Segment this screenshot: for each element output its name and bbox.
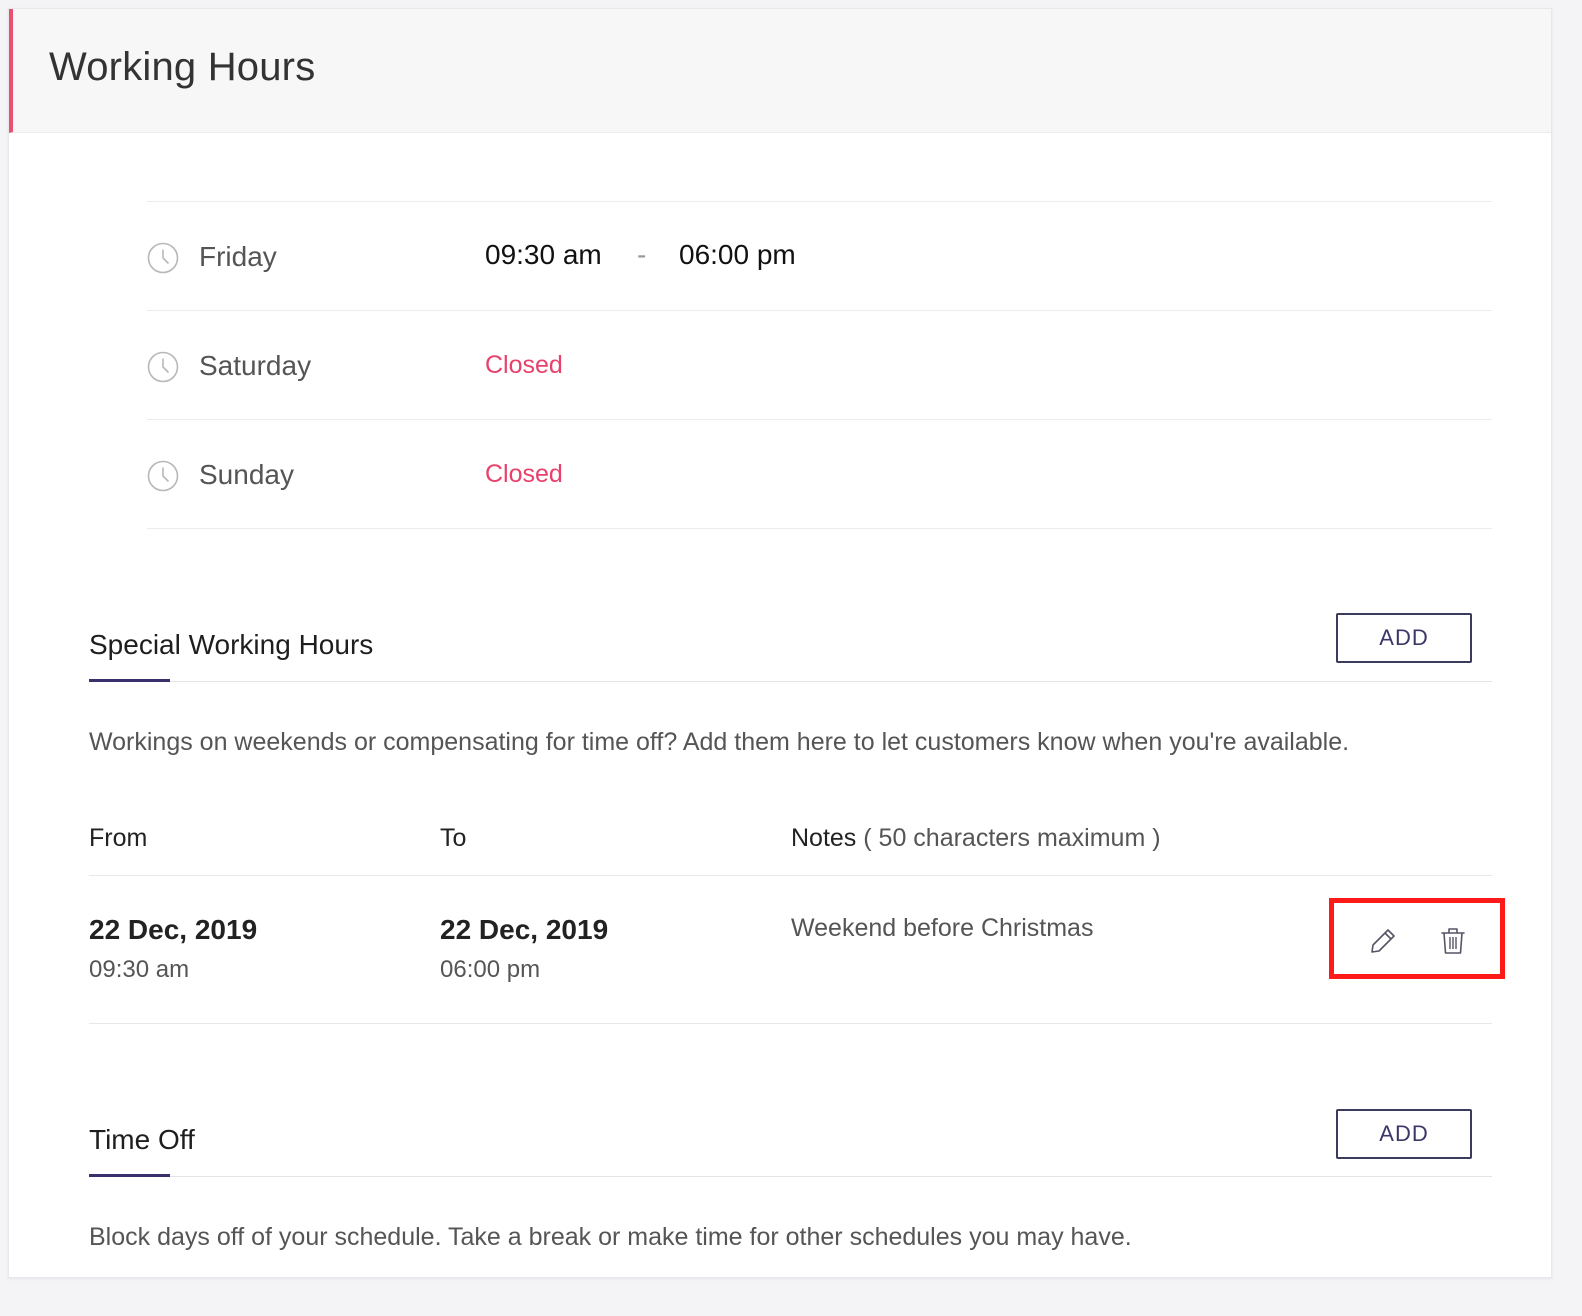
time-off-section: Time Off ADD Block days off of your sche… (89, 9, 1492, 1277)
time-off-title: Time Off (89, 1124, 195, 1155)
time-off-description: Block days off of your schedule. Take a … (89, 1223, 1132, 1251)
add-time-off-button[interactable]: ADD (1336, 1109, 1472, 1159)
section-divider (89, 1176, 1492, 1177)
working-hours-panel: Working Hours Friday 09:30 am - 06:00 pm… (8, 8, 1552, 1278)
section-accent-bar (89, 1174, 170, 1177)
